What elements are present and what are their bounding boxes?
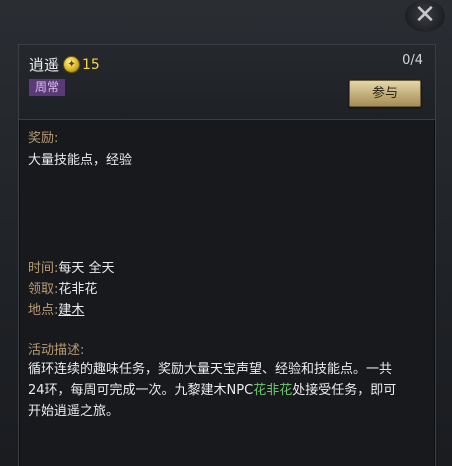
place-label: 地点: (28, 303, 59, 318)
description-label: 活动描述: (28, 343, 85, 358)
coin-value: 15 (82, 56, 100, 73)
receive-row: 领取: 花非花 (28, 278, 97, 297)
coin-icon: ✦ (63, 56, 81, 73)
time-label: 时间: (28, 261, 59, 276)
reward-text: 大量技能点，经验 (28, 153, 133, 168)
activity-title: 逍遥 (29, 56, 60, 74)
weekly-badge: 周常 (29, 79, 66, 96)
join-button[interactable]: 参与 (349, 80, 421, 107)
time-row: 时间: 每天 全天 (28, 257, 115, 276)
description-text: 循环连续的趣味任务，奖励大量天宝声望、经验和技能点。一共24环，每周可完成一次。… (28, 359, 408, 422)
npc-name: 花非花 (253, 383, 293, 398)
title-row: 逍遥 ✦ 15 (29, 54, 100, 75)
time-value: 每天 全天 (58, 261, 115, 276)
reward-label: 奖励: (28, 131, 59, 146)
activity-header: 逍遥 ✦ 15 周常 0/4 参与 (19, 45, 435, 120)
progress-count: 0/4 (402, 53, 423, 68)
place-link[interactable]: 建木 (58, 299, 84, 318)
receive-label: 领取: (28, 282, 59, 297)
place-row: 地点: 建木 (28, 299, 84, 318)
activity-window: ✕ 逍遥 ✦ 15 周常 0/4 参与 奖励: 大量技能点，经验 时间: 每天 … (0, 0, 452, 466)
activity-panel: 逍遥 ✦ 15 周常 0/4 参与 奖励: 大量技能点，经验 时间: 每天 全天… (18, 44, 436, 466)
receive-value: 花非花 (58, 282, 98, 297)
close-icon[interactable]: ✕ (405, 0, 445, 32)
